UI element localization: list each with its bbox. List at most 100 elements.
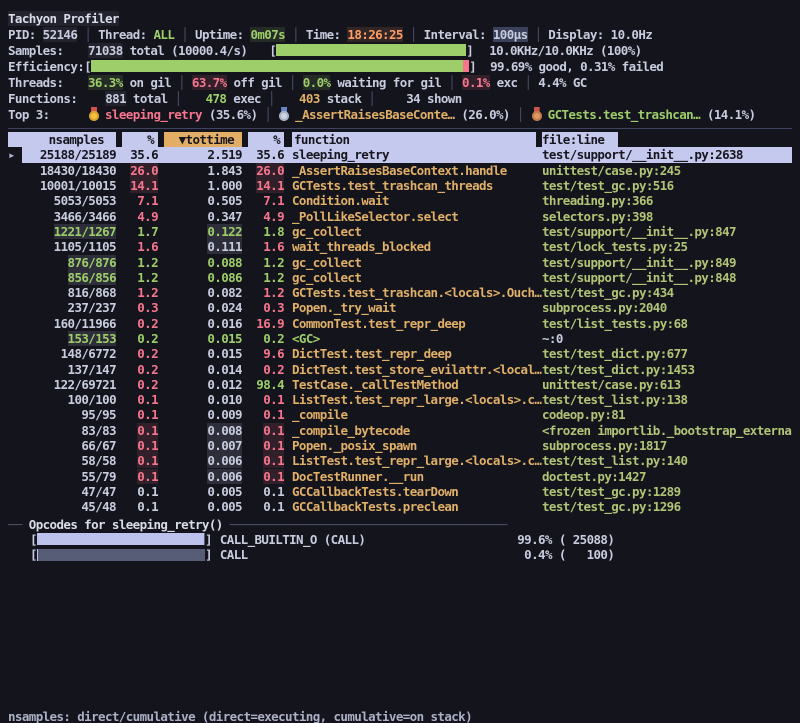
cell-pct-direct: 0.1 (116, 423, 158, 438)
cell-function: TestCase._callTestMethod (292, 377, 542, 392)
cell-nsamples-value: 10001/10015 (40, 178, 116, 193)
table-row[interactable]: 122/697210.20.01298.4TestCase._callTestM… (8, 377, 792, 392)
status-uptime-label: Uptime: (195, 27, 250, 42)
opcodes-list: []CALL_BUILTIN_O (CALL)99.6%( 25088)[]CA… (8, 532, 792, 563)
column-header-file[interactable]: file:line (542, 132, 792, 147)
top3-separator: │ (257, 107, 278, 122)
cell-pct-direct: 0.1 (116, 407, 158, 422)
cell-pct-cumul: 7.1 (242, 193, 284, 208)
cell-file: test/test_gc.py:434 (542, 285, 792, 300)
opcodes-dash-right: ──────────────────────────────────────── (223, 517, 507, 532)
top3-separator: │ (510, 107, 531, 122)
cell-pct-cumul-value: 26.0 (256, 163, 284, 178)
cell-tottime-value: 0.015 (207, 331, 242, 346)
table-row[interactable]: 95/950.10.0090.1_compilecodeop.py:81 (8, 407, 792, 422)
table-row[interactable]: ▸25188/2518935.62.51935.6sleeping_retryt… (8, 147, 792, 162)
cell-file-value: test/test_list.py:140 (542, 453, 687, 468)
status-separator: │ (528, 27, 549, 42)
cell-pct-direct: 0.1 (116, 499, 158, 514)
cell-nsamples: 816/868 (22, 285, 116, 300)
column-header-pct-direct[interactable]: % (116, 132, 158, 147)
column-header-pct-cumul[interactable]: % (242, 132, 284, 147)
table-row[interactable]: 10001/1001514.11.00014.1GCTests.test_tra… (8, 178, 792, 193)
cell-pct-direct: 1.7 (116, 224, 158, 239)
cell-pct-cumul: 98.4 (242, 377, 284, 392)
cell-file: test/test_gc.py:1296 (542, 499, 792, 514)
samples-rate: 10.0KHz/10.0KHz (100%) (489, 43, 641, 58)
column-header-nsamples[interactable]: nsamples (22, 132, 116, 147)
table-row[interactable]: 18430/1843026.01.84326.0_AssertRaisesBas… (8, 163, 792, 178)
column-header-tottime[interactable]: ▼tottime (158, 132, 242, 147)
table-row[interactable]: 58/580.10.0060.1ListTest.test_repr_large… (8, 453, 792, 468)
cell-nsamples: 83/83 (22, 423, 116, 438)
cell-nsamples-value: 5053/5053 (54, 193, 116, 208)
profile-table: nsamples % ▼tottime % function file:line… (8, 132, 792, 514)
table-row[interactable]: 3466/34664.90.3474.9_PollLikeSelector.se… (8, 208, 792, 223)
top3-function-name[interactable]: _AssertRaisesBaseConte… (295, 107, 454, 122)
table-row[interactable]: 5053/50537.10.5057.1Condition.waitthread… (8, 193, 792, 208)
cell-nsamples: 1221/1267 (22, 224, 116, 239)
table-row[interactable]: 856/8561.20.0861.2gc_collecttest/support… (8, 270, 792, 285)
cell-function: <GC> (292, 331, 542, 346)
column-header-function[interactable]: function (292, 132, 542, 147)
cell-tottime-value: 0.347 (207, 209, 242, 224)
cell-file: <frozen importlib._bootstrap_externa (542, 423, 792, 438)
table-row[interactable]: 137/1470.20.0140.2DictTest.test_store_ev… (8, 361, 792, 376)
top3-function-name[interactable]: sleeping_retry (105, 107, 202, 122)
table-row[interactable]: 148/67720.20.0159.6DictTest.test_repr_de… (8, 346, 792, 361)
cell-tottime-value: 0.086 (207, 270, 242, 285)
status-uptime-value: 0m07s (250, 27, 285, 42)
cell-file-value: codeop.py:81 (542, 407, 625, 422)
table-row[interactable]: 45/480.10.0050.1GCCallbackTests.preclean… (8, 499, 792, 514)
cell-nsamples-value: 148/6772 (61, 346, 116, 361)
cell-function: Popen._try_wait (292, 300, 542, 315)
table-row[interactable]: 100/1000.10.0100.1ListTest.test_repr_lar… (8, 392, 792, 407)
samples-bar-close: ] (466, 43, 473, 58)
table-row[interactable]: 1105/11051.60.1111.6wait_threads_blocked… (8, 239, 792, 254)
cell-pct-cumul-value: 0.1 (263, 469, 284, 484)
cell-nsamples: 1105/1105 (22, 239, 116, 254)
cell-pct-cumul: 0.2 (242, 331, 284, 346)
table-row[interactable]: 47/470.10.0050.1GCCallbackTests.tearDown… (8, 484, 792, 499)
cell-tottime-value: 0.082 (207, 285, 242, 300)
functions-separator: │ (261, 91, 282, 106)
status-thread-value: ALL (153, 27, 174, 42)
table-row[interactable]: 66/670.10.0070.1Popen._posix_spawnsubpro… (8, 438, 792, 453)
table-row[interactable]: 83/830.10.0080.1_compile_bytecode<frozen… (8, 423, 792, 438)
functions-suffix: shown (420, 91, 462, 106)
table-row[interactable]: 876/8761.20.0881.2gc_collecttest/support… (8, 254, 792, 269)
opcode-name: CALL (220, 547, 508, 562)
cell-file: test/support/__init__.py:2638 (542, 147, 792, 162)
cell-pct-cumul-value: 9.6 (263, 346, 284, 361)
cell-function-value: GCCallbackTests.preclean (292, 499, 458, 514)
cell-function: CommonTest.test_repr_deep (292, 316, 542, 331)
medal-bronze-icon (531, 107, 543, 121)
functions-count: 881 (88, 91, 126, 106)
cell-nsamples: 58/58 (22, 453, 116, 468)
cell-tottime: 0.505 (158, 193, 242, 208)
cell-function-value: Popen._posix_spawn (292, 438, 417, 453)
cell-function: gc_collect (292, 255, 542, 270)
table-row[interactable]: 160/119660.20.01616.9CommonTest.test_rep… (8, 316, 792, 331)
cell-pct-cumul: 1.6 (242, 239, 284, 254)
cell-pct-direct: 1.2 (116, 270, 158, 285)
cell-pct-cumul: 1.2 (242, 255, 284, 270)
cell-tottime-value: 0.012 (207, 377, 242, 392)
cell-function: DictTest.test_repr_deep (292, 346, 542, 361)
cell-file: test/test_gc.py:516 (542, 178, 792, 193)
cell-function: gc_collect (292, 270, 542, 285)
table-row[interactable]: 237/2370.30.0240.3Popen._try_waitsubproc… (8, 300, 792, 315)
opcode-bar-close: ] (205, 547, 212, 562)
top3-function-name[interactable]: GCTests.test_trashcan… (548, 107, 700, 122)
efficiency-bar-close: ] (469, 59, 476, 74)
table-row[interactable]: 153/1530.20.0150.2<GC>~:0 (8, 331, 792, 346)
cell-nsamples: 148/6772 (22, 346, 116, 361)
cell-pct-direct-value: 1.7 (137, 224, 158, 239)
table-body: ▸25188/2518935.62.51935.6sleeping_retryt… (8, 147, 792, 514)
table-row[interactable]: 55/790.10.0060.1DocTestRunner.__rundocte… (8, 469, 792, 484)
cell-pct-direct-value: 0.1 (137, 499, 158, 514)
table-row[interactable]: 816/8681.20.0821.2GCTests.test_trashcan.… (8, 285, 792, 300)
table-row[interactable]: 1221/12671.70.1221.8gc_collecttest/suppo… (8, 224, 792, 239)
cell-pct-cumul: 1.2 (242, 270, 284, 285)
separator-rule (8, 128, 792, 129)
